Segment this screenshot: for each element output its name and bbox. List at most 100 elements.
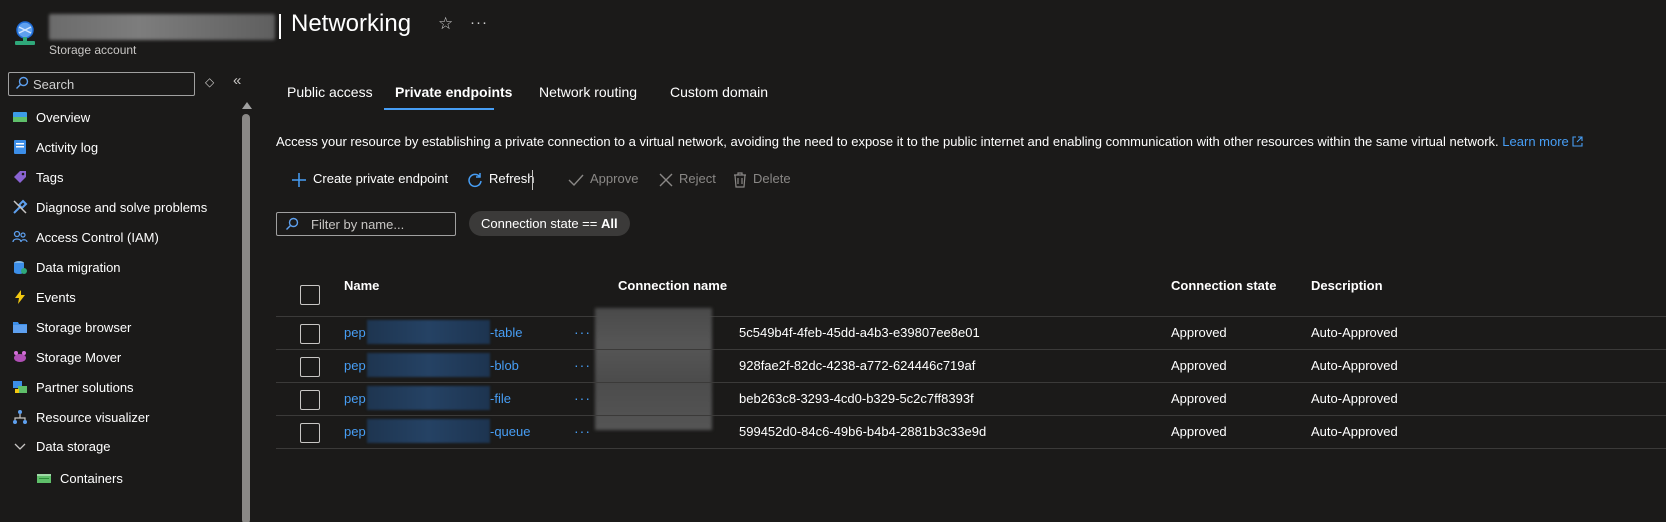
row-more-icon[interactable]: ··· <box>574 390 591 406</box>
refresh-button[interactable]: Refresh <box>467 171 535 188</box>
delete-button[interactable]: Delete <box>733 171 791 188</box>
row-checkbox[interactable] <box>300 324 320 344</box>
sidebar-item-resource-visualizer[interactable]: Resource visualizer <box>0 402 240 432</box>
sidebar-item-activity-log[interactable]: Activity log <box>0 132 240 162</box>
sidebar-item-events[interactable]: Events <box>0 282 240 312</box>
row-checkbox[interactable] <box>300 390 320 410</box>
partner-icon <box>13 381 27 393</box>
sidebar-item-containers[interactable]: Containers <box>0 463 240 493</box>
sidebar-item-diagnose[interactable]: Diagnose and solve problems <box>0 192 240 222</box>
endpoint-name-redacted <box>367 386 490 410</box>
refresh-icon <box>468 172 482 187</box>
pill-value: All <box>600 216 618 231</box>
filter-by-name[interactable] <box>276 212 456 236</box>
endpoint-name-prefix[interactable]: pep <box>344 358 366 373</box>
row-description: Auto-Approved <box>1311 424 1398 439</box>
expand-collapse-icon[interactable]: ◇ <box>205 75 214 89</box>
scroll-up-arrow-icon[interactable] <box>242 102 252 109</box>
endpoint-name-suffix[interactable]: -blob <box>490 358 519 373</box>
more-options-icon[interactable]: ··· <box>470 14 488 31</box>
connection-name: 928fae2f-82dc-4238-a772-624446c719af <box>739 358 976 373</box>
title-separator <box>279 14 281 39</box>
data-migration-icon <box>14 261 27 274</box>
approve-button[interactable]: Approve <box>568 171 638 188</box>
learn-more-link[interactable]: Learn more <box>1502 134 1583 149</box>
filter-input[interactable] <box>311 215 451 233</box>
endpoint-name-redacted <box>367 320 490 344</box>
create-private-endpoint-button[interactable]: Create private endpoint <box>291 171 448 188</box>
delete-label: Delete <box>753 171 791 186</box>
toolbar-separator <box>532 170 533 190</box>
connection-state: Approved <box>1171 358 1227 373</box>
tab-private-endpoints[interactable]: Private endpoints <box>395 84 512 100</box>
reject-button[interactable]: Reject <box>659 171 716 187</box>
sidebar-scrollbar[interactable] <box>240 102 252 522</box>
sidebar-item-storage-mover[interactable]: Storage Mover <box>0 342 240 372</box>
endpoint-name-suffix[interactable]: -queue <box>490 424 530 439</box>
page-header: Networking Storage account ☆ ··· <box>0 0 1666 62</box>
tab-network-routing[interactable]: Network routing <box>539 84 637 100</box>
sidebar-item-label: Data storage <box>36 439 111 454</box>
sidebar-item-access-control[interactable]: Access Control (IAM) <box>0 222 240 252</box>
select-all-checkbox[interactable] <box>300 285 320 305</box>
row-more-icon[interactable]: ··· <box>574 357 591 373</box>
row-description: Auto-Approved <box>1311 391 1398 406</box>
close-icon <box>659 173 673 187</box>
sidebar-item-overview[interactable]: Overview <box>0 102 240 132</box>
endpoint-name-suffix[interactable]: -file <box>490 391 511 406</box>
row-checkbox[interactable] <box>300 357 320 377</box>
row-checkbox[interactable] <box>300 423 320 443</box>
row-divider <box>276 382 1666 383</box>
endpoint-name-prefix[interactable]: pep <box>344 424 366 439</box>
collapse-sidebar-icon[interactable]: « <box>233 72 241 89</box>
scrollbar-thumb[interactable] <box>242 114 250 522</box>
row-divider <box>276 448 1666 449</box>
column-header-name[interactable]: Name <box>344 278 379 293</box>
pill-prefix: Connection state == <box>481 216 601 231</box>
favorite-star-icon[interactable]: ☆ <box>438 14 453 34</box>
active-tab-indicator <box>384 108 494 110</box>
column-header-description[interactable]: Description <box>1311 278 1383 293</box>
overview-icon <box>13 112 27 122</box>
sidebar-item-label: Activity log <box>36 140 99 155</box>
row-description: Auto-Approved <box>1311 325 1398 340</box>
sidebar-item-storage-browser[interactable]: Storage browser <box>0 312 240 342</box>
row-more-icon[interactable]: ··· <box>574 423 591 439</box>
folder-icon <box>13 322 27 333</box>
row-description: Auto-Approved <box>1311 358 1398 373</box>
description-text: Access your resource by establishing a p… <box>276 134 1583 149</box>
header-divider <box>276 316 1666 317</box>
sidebar-search[interactable] <box>8 72 195 96</box>
sidebar: ◇ « Overview Activity log Tags Diagnose … <box>0 62 256 522</box>
sidebar-group-data-storage[interactable]: Data storage <box>0 431 240 461</box>
row-more-icon[interactable]: ··· <box>574 324 591 340</box>
sidebar-item-label: Storage Mover <box>36 350 122 365</box>
activity-log-icon <box>14 140 26 154</box>
sidebar-item-data-migration[interactable]: Data migration <box>0 252 240 282</box>
sidebar-item-label: Events <box>36 290 76 305</box>
hierarchy-icon <box>13 410 27 424</box>
sidebar-item-label: Overview <box>36 110 91 125</box>
resource-name-redacted <box>49 14 275 40</box>
column-header-connection-name[interactable]: Connection name <box>618 278 727 293</box>
endpoint-name-suffix[interactable]: -table <box>490 325 523 340</box>
tab-custom-domain[interactable]: Custom domain <box>670 84 768 100</box>
row-divider <box>276 415 1666 416</box>
tab-public-access[interactable]: Public access <box>287 84 373 100</box>
sidebar-item-label: Containers <box>60 471 123 486</box>
create-label: Create private endpoint <box>313 171 449 186</box>
sidebar-item-partner-solutions[interactable]: Partner solutions <box>0 372 240 402</box>
resource-type-label: Storage account <box>49 43 137 57</box>
endpoint-name-prefix[interactable]: pep <box>344 391 366 406</box>
column-header-connection-state[interactable]: Connection state <box>1171 278 1276 293</box>
connection-state-filter-pill[interactable]: Connection state == All <box>469 211 630 236</box>
external-link-icon <box>1572 136 1583 147</box>
sidebar-search-input[interactable] <box>33 75 191 93</box>
endpoint-name-prefix[interactable]: pep <box>344 325 366 340</box>
sidebar-item-tags[interactable]: Tags <box>0 162 240 192</box>
storage-account-icon <box>15 21 35 45</box>
plus-icon <box>292 172 306 187</box>
sidebar-item-label: Data migration <box>36 260 121 275</box>
storage-mover-icon <box>14 351 26 362</box>
lightning-icon <box>15 290 25 304</box>
